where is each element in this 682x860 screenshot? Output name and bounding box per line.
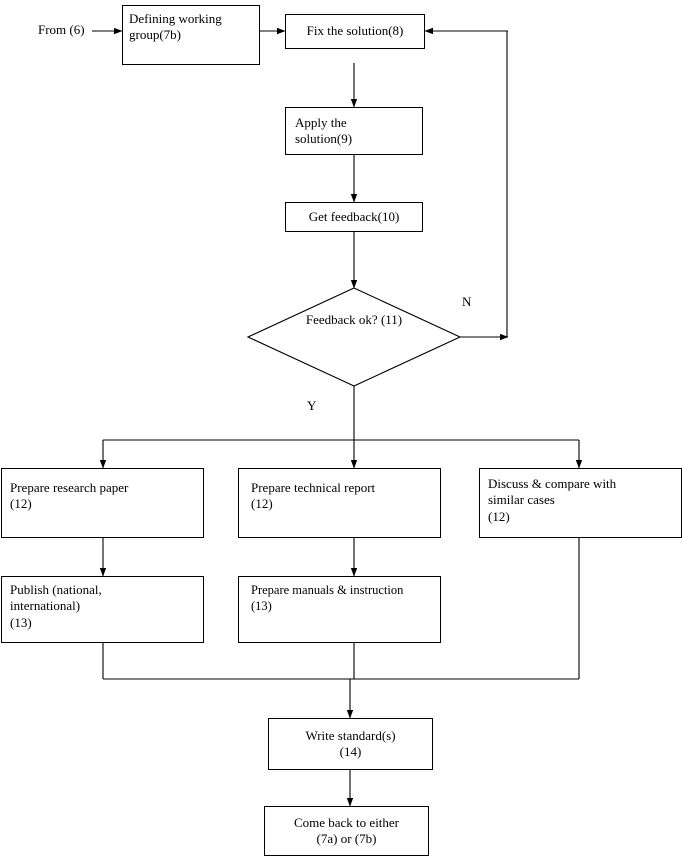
edge-label-yes: Y: [307, 398, 317, 413]
node-discuss-compare-similar-cases: Discuss & compare with similar cases (12…: [479, 468, 682, 538]
node-publish: Publish (national, international) (13): [1, 576, 204, 643]
decision-feedback-ok: Feedback ok? (11): [305, 312, 403, 327]
node-prepare-research-paper: Prepare research paper (12): [1, 468, 204, 538]
flowchart-canvas: From (6) Defining working group(7b) Fix …: [0, 0, 682, 860]
node-fix-the-solution: Fix the solution(8): [285, 14, 425, 49]
node-write-standard: Write standard(s) (14): [268, 718, 433, 770]
node-defining-working-group: Defining working group(7b): [122, 5, 260, 65]
node-come-back-to-either: Come back to either (7a) or (7b): [264, 806, 429, 856]
node-prepare-manuals-instruction: Prepare manuals & instruction (13): [238, 576, 441, 643]
edge-label-no: N: [462, 294, 472, 309]
node-apply-the-solution: Apply the solution(9): [285, 107, 423, 155]
node-prepare-technical-report: Prepare technical report (12): [238, 468, 441, 538]
from-label: From (6): [38, 22, 85, 37]
node-get-feedback: Get feedback(10): [285, 202, 423, 232]
